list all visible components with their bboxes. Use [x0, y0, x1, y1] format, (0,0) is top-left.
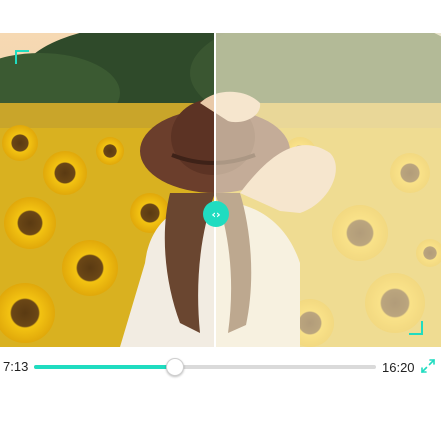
sunflower-photo	[0, 33, 215, 347]
crop-corner-bottom-right-icon	[409, 321, 423, 335]
left-right-arrows-icon[interactable]: ‹›	[203, 201, 229, 227]
original-overlay	[215, 33, 441, 347]
seek-progress	[34, 365, 175, 369]
seek-thumb[interactable]	[166, 358, 185, 376]
expand-icon[interactable]	[420, 358, 436, 374]
before-image	[215, 33, 441, 347]
current-time: 7:13	[3, 359, 29, 374]
seek-bar[interactable]	[34, 358, 376, 376]
split-divider[interactable]	[214, 33, 216, 347]
comparison-player: ‹› 7:13 16:20	[0, 0, 441, 425]
crop-corner-top-left-icon	[15, 50, 29, 64]
image-viewport[interactable]: ‹›	[0, 33, 441, 347]
total-time: 16:20	[382, 360, 415, 375]
after-image	[0, 33, 215, 347]
